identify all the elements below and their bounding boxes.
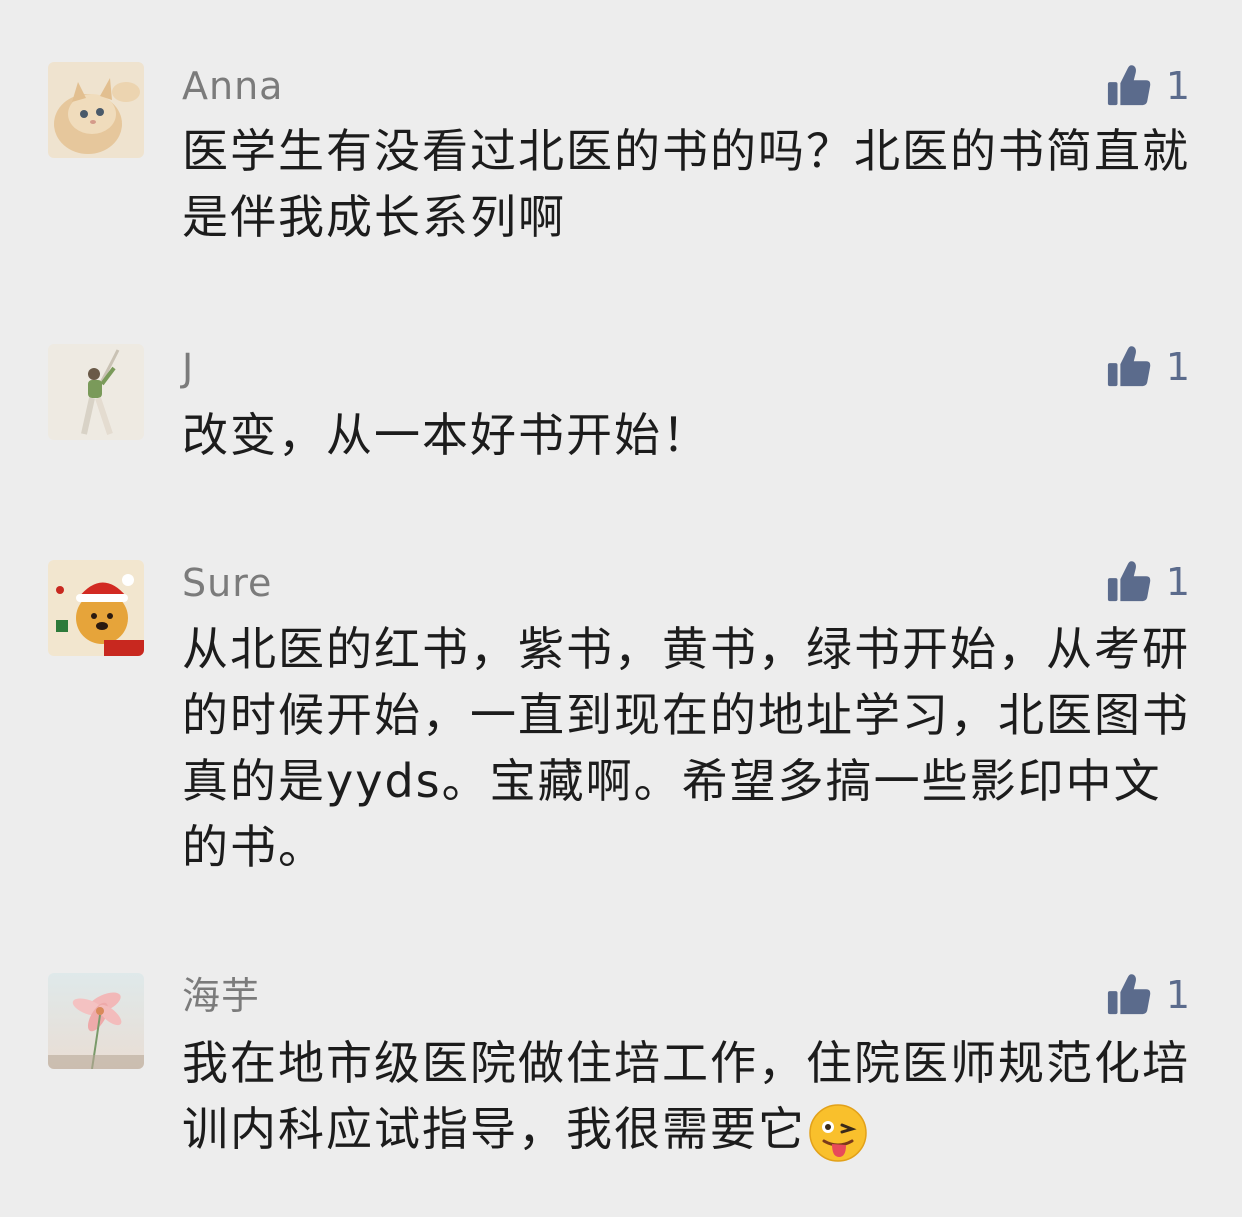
bear-avatar-image xyxy=(48,560,144,656)
flower-avatar-image xyxy=(48,973,144,1069)
winking-face-with-tongue-icon xyxy=(809,1103,867,1162)
avatar[interactable] xyxy=(48,344,144,440)
like-button[interactable]: 1 xyxy=(1106,558,1190,606)
like-count: 1 xyxy=(1165,560,1190,604)
username: J xyxy=(182,346,195,390)
avatar[interactable] xyxy=(48,560,144,656)
thumbs-up-icon xyxy=(1107,561,1151,602)
like-button[interactable]: 1 xyxy=(1106,971,1190,1019)
thumbs-up-icon xyxy=(1107,346,1151,387)
like-count: 1 xyxy=(1165,64,1190,108)
like-count: 1 xyxy=(1165,345,1190,389)
comment-text: 从北医的红书，紫书，黄书，绿书开始，从考研的时候开始，一直到现在的地址学习，北医… xyxy=(182,622,1190,874)
username: 海芋 xyxy=(182,974,261,1018)
like-button[interactable]: 1 xyxy=(1106,62,1190,110)
comment-text: 我在地市级医院做住培工作，住院医师规范化培训内科应试指导，我很需要它 xyxy=(182,1030,1192,1163)
username: Sure xyxy=(182,561,273,605)
like-count: 1 xyxy=(1165,973,1190,1017)
cat-avatar-image xyxy=(48,62,144,158)
comment-text-content: 我在地市级医院做住培工作，住院医师规范化培训内科应试指导，我很需要它 xyxy=(182,1036,1190,1156)
avatar[interactable] xyxy=(48,62,144,158)
avatar[interactable] xyxy=(48,973,144,1069)
like-button[interactable]: 1 xyxy=(1106,343,1190,391)
thumbs-up-icon xyxy=(1107,974,1151,1015)
username: Anna xyxy=(182,64,284,108)
thumbs-up-icon xyxy=(1107,65,1151,106)
figure-avatar-image xyxy=(48,344,144,440)
comment-text: 改变，从一本好书开始！ xyxy=(182,408,710,462)
comment-text: 医学生有没看过北医的书的吗？北医的书简直就是伴我成长系列啊 xyxy=(182,124,1190,244)
